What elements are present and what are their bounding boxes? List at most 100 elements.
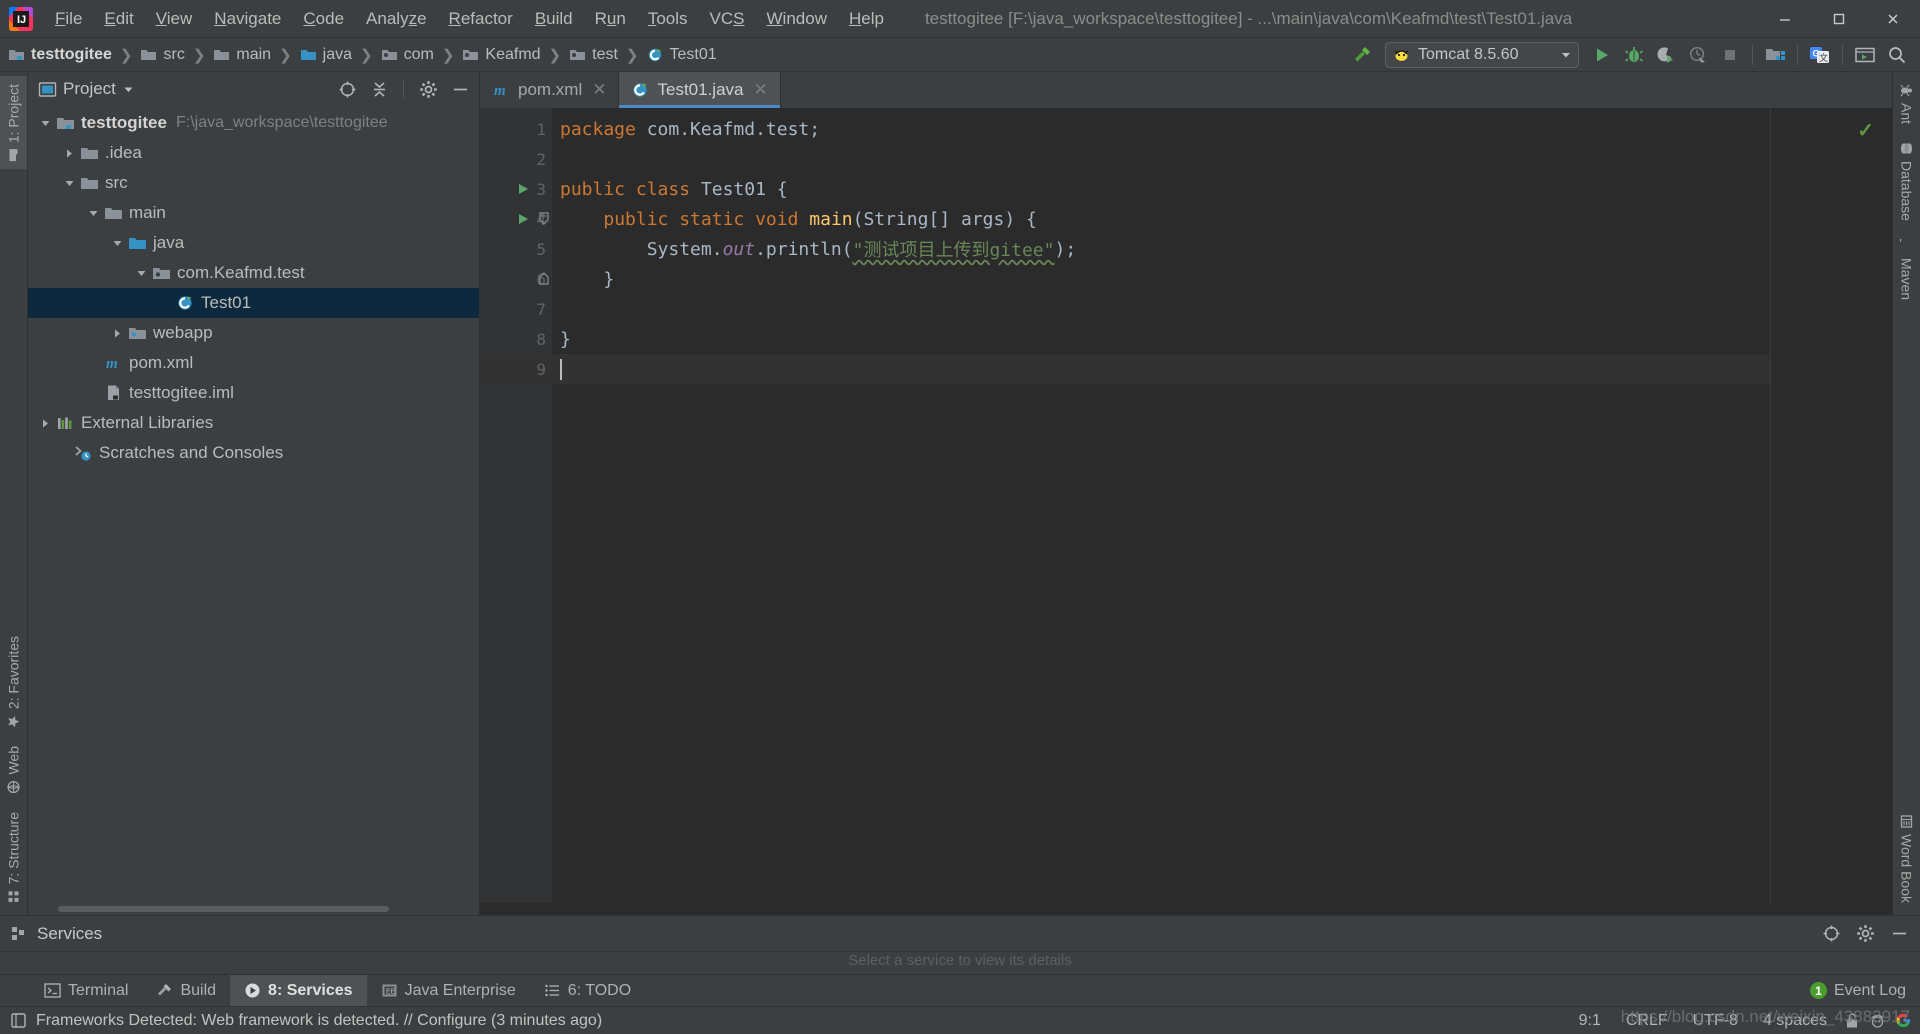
chevron-down-icon[interactable] — [84, 208, 102, 219]
tree-node-testtogitee[interactable]: testtogitee F:\java_workspace\testtogite… — [28, 108, 479, 138]
debug-button[interactable] — [1619, 41, 1649, 69]
build-project-button[interactable] — [1347, 41, 1377, 69]
breadcrumb-item-java[interactable]: java — [298, 46, 354, 64]
close-icon[interactable]: ✕ — [592, 80, 606, 100]
chevron-down-icon[interactable] — [36, 118, 54, 129]
editor-tab-pom-xml[interactable]: m pom.xml ✕ — [480, 72, 620, 108]
menu-tools[interactable]: Tools — [637, 0, 699, 38]
fold-end-icon[interactable] — [538, 264, 550, 294]
breadcrumb-item-keafmd[interactable]: Keafmd — [460, 46, 542, 64]
editor-tab-test01-java[interactable]: Test01.java ✕ — [619, 72, 781, 108]
sidebar-item-web[interactable]: Web — [0, 738, 27, 802]
tree-node-package[interactable]: com.Keafmd.test — [28, 258, 479, 288]
breadcrumb-item-class[interactable]: Test01 — [645, 46, 719, 64]
chevron-down-icon[interactable] — [108, 238, 126, 249]
sidebar-item-maven[interactable]: m Maven — [1893, 231, 1920, 308]
sidebar-item-project[interactable]: 1: Project — [0, 76, 27, 170]
chevron-down-icon[interactable] — [122, 83, 135, 96]
tree-node-iml[interactable]: testtogitee.iml — [28, 378, 479, 408]
bottom-tab-todo[interactable]: 6: TODO — [530, 975, 645, 1006]
menu-view[interactable]: View — [145, 0, 204, 38]
run-configuration-selector[interactable]: Tomcat 8.5.60 — [1385, 41, 1579, 68]
scrollbar-thumb[interactable] — [58, 906, 389, 912]
tree-node-external-libraries[interactable]: External Libraries — [28, 408, 479, 438]
maximize-button[interactable] — [1812, 0, 1866, 38]
inspection-ok-icon[interactable]: ✓ — [1857, 118, 1874, 143]
chevron-right-icon[interactable] — [60, 148, 78, 159]
tree-node-webapp[interactable]: webapp — [28, 318, 479, 348]
indent-setting[interactable]: 4 spaces — [1755, 1012, 1835, 1030]
breadcrumb-item-src[interactable]: src — [138, 46, 186, 64]
menu-edit[interactable]: Edit — [93, 0, 144, 38]
tree-node-java[interactable]: java — [28, 228, 479, 258]
menu-build[interactable]: Build — [524, 0, 584, 38]
bottom-tab-services[interactable]: 8: Services — [230, 975, 367, 1006]
project-structure-button[interactable] — [1760, 41, 1790, 69]
menu-navigate[interactable]: Navigate — [203, 0, 292, 38]
event-log-button[interactable]: 1 Event Log — [1796, 975, 1920, 1006]
tree-node-src[interactable]: src — [28, 168, 479, 198]
run-method-gutter-icon[interactable] — [516, 204, 530, 234]
chevron-right-icon[interactable] — [108, 328, 126, 339]
breadcrumb-item-test[interactable]: test — [567, 46, 620, 64]
close-button[interactable] — [1866, 0, 1920, 38]
close-icon[interactable]: ✕ — [753, 80, 767, 100]
search-everywhere-button[interactable] — [1882, 41, 1912, 69]
bottom-tab-build[interactable]: Build — [142, 975, 230, 1006]
run-button[interactable] — [1587, 41, 1617, 69]
chevron-down-icon[interactable] — [60, 178, 78, 189]
breadcrumb-item-com[interactable]: com — [379, 46, 436, 64]
caret-position[interactable]: 9:1 — [1571, 1012, 1609, 1030]
code-editor[interactable]: 1 2 3 4 5 6 7 8 9 package com.Keafmd.tes… — [480, 108, 1892, 903]
status-message[interactable]: Frameworks Detected: Web framework is de… — [36, 1012, 602, 1030]
menu-analyze[interactable]: Analyze — [355, 0, 438, 38]
sidebar-item-word-book[interactable]: Word Book — [1893, 807, 1920, 911]
services-settings-button[interactable] — [1852, 921, 1878, 947]
sidebar-item-structure[interactable]: 7: Structure — [0, 804, 27, 911]
code-content[interactable]: package com.Keafmd.test; public class Te… — [552, 108, 1770, 903]
menu-file[interactable]: File — [44, 0, 93, 38]
unlock-icon[interactable] — [1844, 1012, 1860, 1029]
add-service-button[interactable] — [1818, 921, 1844, 947]
terminal-button[interactable] — [1850, 41, 1880, 69]
chevron-right-icon[interactable] — [36, 418, 54, 429]
sidebar-item-database[interactable]: Database — [1893, 134, 1920, 229]
menu-run[interactable]: Run — [584, 0, 637, 38]
sidebar-item-ant[interactable]: Ant — [1893, 76, 1920, 132]
tree-node-idea[interactable]: .idea — [28, 138, 479, 168]
tree-node-main[interactable]: main — [28, 198, 479, 228]
file-encoding[interactable]: UTF-8 — [1685, 1012, 1746, 1030]
tree-node-pom-xml[interactable]: m pom.xml — [28, 348, 479, 378]
google-icon[interactable] — [1895, 1012, 1912, 1029]
run-with-coverage-button[interactable] — [1651, 41, 1681, 69]
project-tree[interactable]: testtogitee F:\java_workspace\testtogite… — [28, 106, 479, 903]
line-separator[interactable]: CRLF — [1618, 1012, 1676, 1030]
editor-gutter[interactable]: 1 2 3 4 5 6 7 8 9 — [480, 108, 552, 903]
tree-node-test01[interactable]: Test01 — [28, 288, 479, 318]
translate-button[interactable]: G 文 — [1805, 41, 1835, 69]
profile-button[interactable] — [1683, 41, 1713, 69]
notification-icon[interactable] — [10, 1012, 27, 1029]
settings-button[interactable] — [415, 76, 441, 102]
tree-node-scratches[interactable]: Scratches and Consoles — [28, 438, 479, 468]
editor-horizontal-scrollbar[interactable] — [480, 903, 1892, 915]
locate-file-button[interactable] — [334, 76, 360, 102]
hide-panel-button[interactable] — [447, 76, 473, 102]
menu-help[interactable]: Help — [838, 0, 895, 38]
menu-refactor[interactable]: Refactor — [438, 0, 524, 38]
minimize-button[interactable] — [1758, 0, 1812, 38]
menu-window[interactable]: Window — [756, 0, 838, 38]
breadcrumb-item-main[interactable]: main — [211, 46, 273, 64]
chevron-down-icon[interactable] — [132, 268, 150, 279]
project-panel-horizontal-scrollbar[interactable] — [28, 903, 479, 915]
menu-code[interactable]: Code — [292, 0, 355, 38]
menu-vcs[interactable]: VCS — [699, 0, 756, 38]
stop-button[interactable] — [1715, 41, 1745, 69]
collapse-all-button[interactable] — [366, 76, 392, 102]
run-class-gutter-icon[interactable] — [516, 174, 530, 204]
hide-services-button[interactable] — [1886, 921, 1912, 947]
bottom-tab-terminal[interactable]: Terminal — [30, 975, 142, 1006]
sidebar-item-favorites[interactable]: 2: Favorites — [0, 628, 27, 736]
fold-start-icon[interactable] — [538, 204, 550, 234]
breadcrumb-item-project[interactable]: testtogitee — [6, 46, 114, 64]
